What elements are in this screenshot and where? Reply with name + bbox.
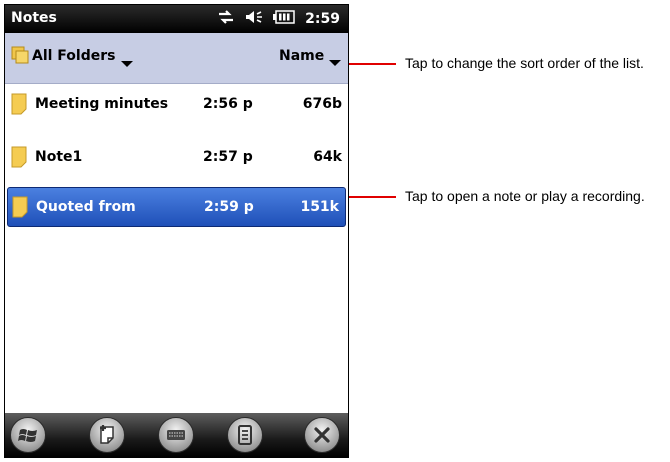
sort-callout: Tap to change the sort order of the list… xyxy=(405,55,644,71)
keyboard-button[interactable] xyxy=(158,417,194,453)
menu-button[interactable] xyxy=(227,417,263,453)
new-note-icon xyxy=(100,425,114,444)
list-item[interactable]: Meeting minutes 2:56 p 676b xyxy=(5,85,348,125)
new-note-button[interactable] xyxy=(89,417,125,453)
note-icon xyxy=(12,196,28,218)
menu-icon xyxy=(238,425,252,445)
title-bar: Notes 2:59 xyxy=(5,5,348,33)
battery-icon[interactable] xyxy=(273,10,295,28)
bottom-toolbar xyxy=(5,413,348,457)
keyboard-icon xyxy=(167,430,185,440)
chevron-down-icon[interactable] xyxy=(121,61,133,67)
note-name: Note1 xyxy=(35,149,83,165)
start-button[interactable] xyxy=(10,417,46,453)
sort-dropdown[interactable]: Name xyxy=(279,48,324,64)
speaker-muted-icon[interactable] xyxy=(245,9,263,29)
note-icon xyxy=(11,93,27,115)
status-area: 2:59 xyxy=(217,9,340,29)
list-item[interactable]: Note1 2:57 p 64k xyxy=(5,138,348,178)
note-icon xyxy=(11,146,27,168)
note-time: 2:59 p xyxy=(204,199,254,215)
app-title: Notes xyxy=(11,10,57,26)
chevron-down-icon[interactable] xyxy=(329,60,341,66)
folder-bar: All Folders Name xyxy=(5,33,348,84)
open-callout: Tap to open a note or play a recording. xyxy=(405,188,645,204)
connectivity-icon[interactable] xyxy=(217,9,235,29)
note-size: 64k xyxy=(313,149,342,165)
close-icon xyxy=(314,427,330,443)
note-time: 2:57 p xyxy=(203,149,253,165)
clock[interactable]: 2:59 xyxy=(305,11,340,27)
note-name: Meeting minutes xyxy=(35,96,169,112)
note-size: 676b xyxy=(302,96,342,112)
device-screen: Notes 2:59 All Folders Name Meeting minu… xyxy=(4,4,349,458)
folder-dropdown[interactable]: All Folders xyxy=(32,48,115,64)
note-size: 151k xyxy=(300,199,339,215)
folders-icon xyxy=(11,44,33,66)
open-callout-line xyxy=(349,196,396,198)
note-name: Quoted from xyxy=(36,199,136,215)
sort-callout-line xyxy=(349,63,396,65)
windows-start-icon xyxy=(18,429,37,442)
close-button[interactable] xyxy=(304,417,340,453)
list-item-selected[interactable]: Quoted from 2:59 p 151k xyxy=(7,187,346,227)
note-time: 2:56 p xyxy=(203,96,253,112)
